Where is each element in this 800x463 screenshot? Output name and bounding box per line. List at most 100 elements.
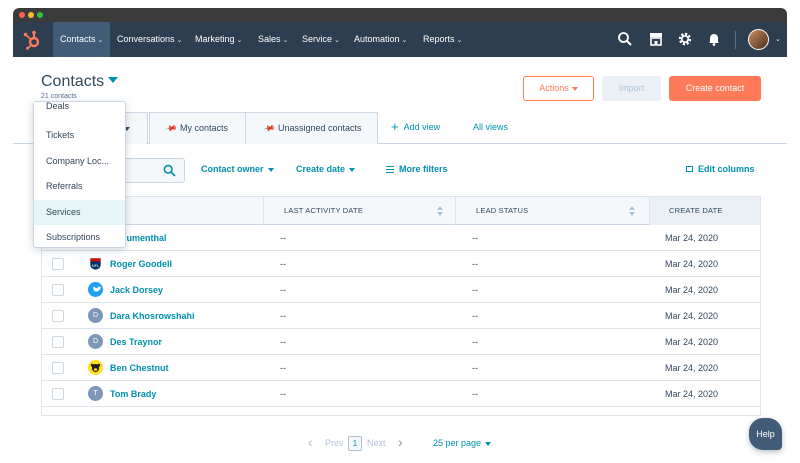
create-date-filter[interactable]: Create date	[296, 164, 356, 174]
nav-service-label: Service	[302, 34, 333, 44]
notifications-icon[interactable]	[706, 31, 722, 47]
nav-divider	[735, 31, 736, 49]
import-button-label: Import	[618, 83, 645, 93]
column-header-last-activity[interactable]: LAST ACTIVITY DATE	[284, 197, 363, 225]
contact-name-link[interactable]: Des Traynor	[110, 337, 162, 347]
row-checkbox[interactable]	[52, 258, 64, 270]
nav-automation[interactable]: Automation ⌄	[347, 22, 414, 57]
next-page-button[interactable]: Next	[367, 438, 386, 448]
plus-icon: +	[391, 119, 399, 134]
dropdown-item-tickets[interactable]: Tickets	[34, 123, 125, 148]
table-row[interactable]: Jack Dorsey -- -- Mar 24, 2020	[42, 277, 760, 303]
dropdown-item-company-locations[interactable]: Company Loc...	[34, 149, 125, 174]
create-date-cell: Mar 24, 2020	[665, 285, 719, 295]
close-window-button[interactable]	[19, 12, 25, 18]
actions-button[interactable]: Actions	[523, 76, 594, 101]
dropdown-item-referrals[interactable]: Referrals	[34, 174, 125, 199]
last-activity-cell: --	[280, 285, 286, 295]
create-date-cell: Mar 24, 2020	[665, 337, 719, 347]
last-activity-cell: --	[280, 389, 286, 399]
more-filters-button[interactable]: More filters	[386, 164, 448, 174]
hubspot-logo-icon[interactable]	[21, 29, 43, 51]
table-row[interactable]: NFL Roger Goodell -- -- Mar 24, 2020	[42, 251, 760, 277]
nav-service[interactable]: Service ⌄	[295, 22, 347, 57]
contact-name-link[interactable]: Jack Dorsey	[110, 285, 163, 295]
prev-page-button[interactable]: Prev	[325, 438, 344, 448]
contact-name-link[interactable]: Ben Chestnut	[110, 363, 169, 373]
row-checkbox[interactable]	[52, 362, 64, 374]
last-activity-cell: --	[280, 311, 286, 321]
table-header: LAST ACTIVITY DATE LEAD STATUS CREATE DA…	[42, 197, 760, 225]
table-row[interactable]: Ben Chestnut -- -- Mar 24, 2020	[42, 355, 760, 381]
lead-status-cell: --	[472, 337, 478, 347]
chevron-left-icon[interactable]: ‹	[308, 434, 313, 450]
sort-icon[interactable]	[437, 206, 443, 216]
nav-marketing[interactable]: Marketing ⌄	[188, 22, 249, 57]
nav-sales[interactable]: Sales ⌄	[251, 22, 295, 57]
contact-name-link[interactable]: Tom Brady	[110, 389, 156, 399]
nav-automation-label: Automation	[354, 34, 400, 44]
add-view-button[interactable]: + Add view	[391, 112, 440, 144]
nav-conversations-label: Conversations	[117, 34, 175, 44]
create-contact-button[interactable]: Create contact	[669, 76, 761, 101]
page-title-label: Contacts	[41, 73, 105, 90]
lead-status-cell: --	[472, 389, 478, 399]
current-page-number[interactable]: 1	[348, 436, 362, 451]
table-row[interactable]: e Blumenthal -- -- Mar 24, 2020	[42, 225, 760, 251]
chevron-down-icon: ⌄	[282, 37, 289, 44]
app-window: Contacts ⌄ Conversations ⌄ Marketing ⌄ Sale…	[13, 8, 787, 463]
dropdown-item-subscriptions[interactable]: Subscriptions	[34, 225, 125, 247]
initial-avatar: D	[88, 308, 103, 323]
nav-marketing-label: Marketing	[195, 34, 235, 44]
per-page-select[interactable]: 25 per page	[433, 438, 492, 448]
dropdown-item-services[interactable]: Services	[34, 200, 125, 225]
tab-unassigned-contacts[interactable]: 📌 Unassigned contacts	[245, 112, 378, 144]
last-activity-cell: --	[280, 363, 286, 373]
lead-status-cell: --	[472, 259, 478, 269]
column-header-lead-status[interactable]: LEAD STATUS	[476, 197, 528, 225]
settings-icon[interactable]	[677, 31, 693, 47]
column-header-create-date[interactable]: CREATE DATE	[669, 197, 723, 225]
nav-reports[interactable]: Reports ⌄	[416, 22, 469, 57]
tab-my-contacts-label: My contacts	[179, 123, 228, 133]
row-checkbox[interactable]	[52, 310, 64, 322]
table-row[interactable]: T Tom Brady -- -- Mar 24, 2020	[42, 381, 760, 407]
sort-icon[interactable]	[629, 206, 635, 216]
nav-contacts[interactable]: Contacts ⌄	[53, 22, 111, 57]
lead-status-cell: --	[472, 233, 478, 243]
minimize-window-button[interactable]	[28, 12, 34, 18]
chevron-down-icon: ⌄	[401, 37, 408, 44]
help-button[interactable]: Help	[749, 418, 782, 450]
search-icon[interactable]	[163, 164, 176, 177]
dropdown-item-deals[interactable]: Deals	[34, 102, 125, 119]
last-activity-cell: --	[280, 233, 286, 243]
table-row[interactable]: D Dara Khosrowshahi -- -- Mar 24, 2020	[42, 303, 760, 329]
search-icon[interactable]	[617, 31, 633, 47]
import-button[interactable]: Import	[602, 76, 661, 101]
chevron-down-icon: ⌄	[97, 37, 104, 44]
contact-name-link[interactable]: Roger Goodell	[110, 259, 172, 269]
tab-my-contacts[interactable]: 📌 My contacts	[149, 112, 246, 144]
contacts-count: 21 contacts	[41, 93, 77, 100]
tab-unassigned-contacts-label: Unassigned contacts	[277, 123, 362, 133]
marketplace-icon[interactable]	[648, 31, 664, 47]
row-checkbox[interactable]	[52, 388, 64, 400]
contact-name-link[interactable]: Dara Khosrowshahi	[110, 311, 195, 321]
column-separator	[649, 197, 650, 225]
page-title[interactable]: Contacts	[41, 73, 119, 91]
row-checkbox[interactable]	[52, 336, 64, 348]
edit-columns-button[interactable]: Edit columns	[686, 164, 755, 174]
contact-owner-filter[interactable]: Contact owner	[201, 164, 274, 174]
row-checkbox[interactable]	[52, 284, 64, 296]
add-view-label: Add view	[403, 122, 441, 132]
user-avatar[interactable]	[748, 29, 769, 50]
twitter-icon	[88, 282, 103, 297]
chevron-right-icon[interactable]: ›	[398, 434, 403, 450]
table-row[interactable]: D Des Traynor -- -- Mar 24, 2020	[42, 329, 760, 355]
nav-conversations[interactable]: Conversations ⌄	[110, 22, 189, 57]
chevron-down-icon[interactable]: ⌄	[775, 22, 781, 57]
all-views-link[interactable]: All views	[473, 112, 508, 144]
maximize-window-button[interactable]	[37, 12, 43, 18]
caret-down-icon	[108, 76, 119, 83]
nav-contacts-label: Contacts	[60, 34, 96, 44]
